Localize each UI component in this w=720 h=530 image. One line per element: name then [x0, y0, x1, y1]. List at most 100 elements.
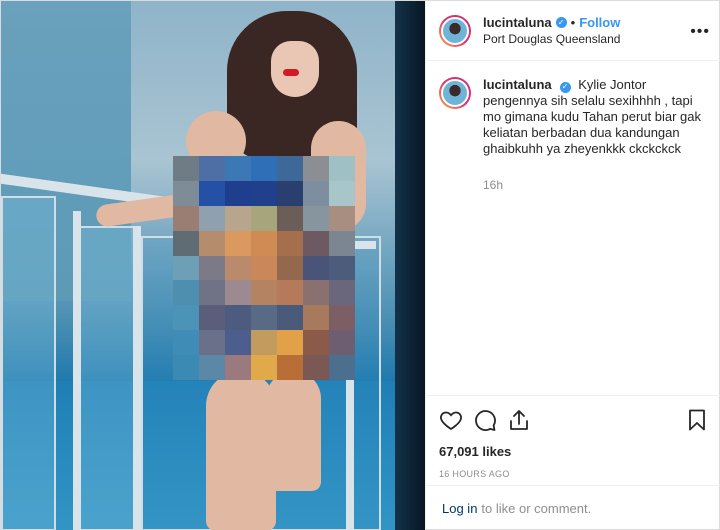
mosaic-pixel — [277, 305, 303, 331]
mosaic-pixel — [277, 330, 303, 356]
post-header: lucintaluna ✓ • Follow Port Douglas Quee… — [426, 1, 720, 61]
mosaic-pixel — [329, 305, 355, 331]
mosaic-pixel — [251, 230, 277, 256]
verified-badge-icon: ✓ — [555, 17, 567, 28]
pixelated-censor-area — [173, 156, 355, 380]
mosaic-pixel — [251, 305, 277, 331]
share-icon[interactable] — [507, 408, 531, 432]
photo-dark-edge — [395, 1, 425, 530]
mosaic-pixel — [303, 330, 329, 356]
mosaic-pixel — [173, 230, 199, 256]
mosaic-pixel — [225, 330, 251, 356]
mosaic-pixel — [225, 255, 251, 281]
header-text: lucintaluna ✓ • Follow Port Douglas Quee… — [483, 15, 620, 46]
mosaic-pixel — [173, 280, 199, 306]
caption-body: lucintaluna ✓ Kylie Jontor pengennya sih … — [483, 77, 708, 193]
mosaic-pixel — [173, 305, 199, 331]
avatar[interactable] — [439, 77, 471, 109]
railing-post — [133, 226, 141, 530]
mosaic-pixel — [225, 230, 251, 256]
mosaic-pixel — [303, 255, 329, 281]
mosaic-pixel — [329, 230, 355, 256]
mosaic-pixel — [173, 205, 199, 231]
login-link[interactable]: Log in — [442, 501, 477, 516]
mosaic-pixel — [251, 355, 277, 380]
mosaic-pixel — [225, 305, 251, 331]
mosaic-pixel — [329, 156, 355, 181]
mosaic-pixel — [303, 180, 329, 206]
mosaic-pixel — [199, 305, 225, 331]
mosaic-pixel — [277, 280, 303, 306]
post-side-panel: lucintaluna ✓ • Follow Port Douglas Quee… — [425, 1, 720, 530]
mosaic-pixel — [329, 280, 355, 306]
mosaic-pixel — [225, 156, 251, 181]
mosaic-pixel — [303, 205, 329, 231]
mosaic-pixel — [173, 330, 199, 356]
post-photo[interactable] — [1, 1, 425, 530]
follow-button[interactable]: Follow — [579, 15, 620, 30]
mosaic-pixel — [199, 280, 225, 306]
action-icons — [439, 404, 709, 436]
caption-username-link[interactable]: lucintaluna — [483, 77, 552, 92]
mosaic-pixel — [251, 280, 277, 306]
mosaic-pixel — [251, 205, 277, 231]
mosaic-pixel — [277, 180, 303, 206]
mosaic-pixel — [329, 205, 355, 231]
comment-icon[interactable] — [473, 408, 497, 432]
mosaic-pixel — [199, 355, 225, 380]
mosaic-pixel — [277, 230, 303, 256]
separator-dot: • — [570, 15, 576, 30]
mosaic-pixel — [251, 255, 277, 281]
mosaic-pixel — [251, 330, 277, 356]
mosaic-pixel — [199, 205, 225, 231]
mosaic-pixel — [199, 230, 225, 256]
location-link[interactable]: Port Douglas Queensland — [483, 32, 620, 46]
mosaic-pixel — [277, 156, 303, 181]
mosaic-pixel — [277, 355, 303, 380]
mosaic-pixel — [225, 355, 251, 380]
mosaic-pixel — [251, 156, 277, 181]
avatar[interactable] — [439, 14, 471, 47]
mosaic-pixel — [303, 156, 329, 181]
mosaic-pixel — [329, 255, 355, 281]
mosaic-pixel — [303, 305, 329, 331]
bookmark-icon[interactable] — [685, 408, 709, 432]
mosaic-pixel — [225, 205, 251, 231]
mosaic-pixel — [225, 280, 251, 306]
figure-leg — [266, 371, 321, 491]
mosaic-pixel — [199, 156, 225, 181]
mosaic-pixel — [199, 255, 225, 281]
comments-section: lucintaluna ✓ Kylie Jontor pengennya sih … — [426, 61, 720, 395]
caption-comment: lucintaluna ✓ Kylie Jontor pengennya sih … — [439, 77, 709, 193]
mosaic-pixel — [251, 180, 277, 206]
mosaic-pixel — [329, 330, 355, 356]
instagram-post: lucintaluna ✓ • Follow Port Douglas Quee… — [0, 0, 720, 530]
figure-lips — [283, 69, 299, 76]
mosaic-pixel — [199, 330, 225, 356]
username-link[interactable]: lucintaluna — [483, 15, 552, 30]
mosaic-pixel — [277, 255, 303, 281]
mosaic-pixel — [173, 156, 199, 181]
login-prompt: Log in to like or comment. — [426, 485, 720, 530]
mosaic-pixel — [329, 355, 355, 380]
railing-post — [73, 211, 81, 530]
likes-count[interactable]: 67,091 likes — [439, 444, 709, 459]
action-bar: 67,091 likes 16 HOURS AGO — [426, 395, 720, 479]
mosaic-pixel — [173, 180, 199, 206]
mosaic-pixel — [303, 280, 329, 306]
mosaic-pixel — [225, 180, 251, 206]
mosaic-pixel — [199, 180, 225, 206]
mosaic-pixel — [173, 255, 199, 281]
mosaic-pixel — [303, 230, 329, 256]
glass-panel — [79, 226, 139, 530]
glass-panel — [1, 196, 56, 530]
login-prompt-text: to like or comment. — [481, 501, 592, 516]
mosaic-pixel — [173, 355, 199, 380]
caption-time[interactable]: 16h — [483, 177, 708, 193]
mosaic-pixel — [277, 205, 303, 231]
verified-badge-icon: ✓ — [559, 81, 571, 93]
mosaic-pixel — [303, 355, 329, 380]
heart-icon[interactable] — [439, 408, 463, 432]
more-options-icon[interactable]: ••• — [690, 23, 710, 41]
post-timestamp[interactable]: 16 HOURS AGO — [439, 469, 709, 479]
